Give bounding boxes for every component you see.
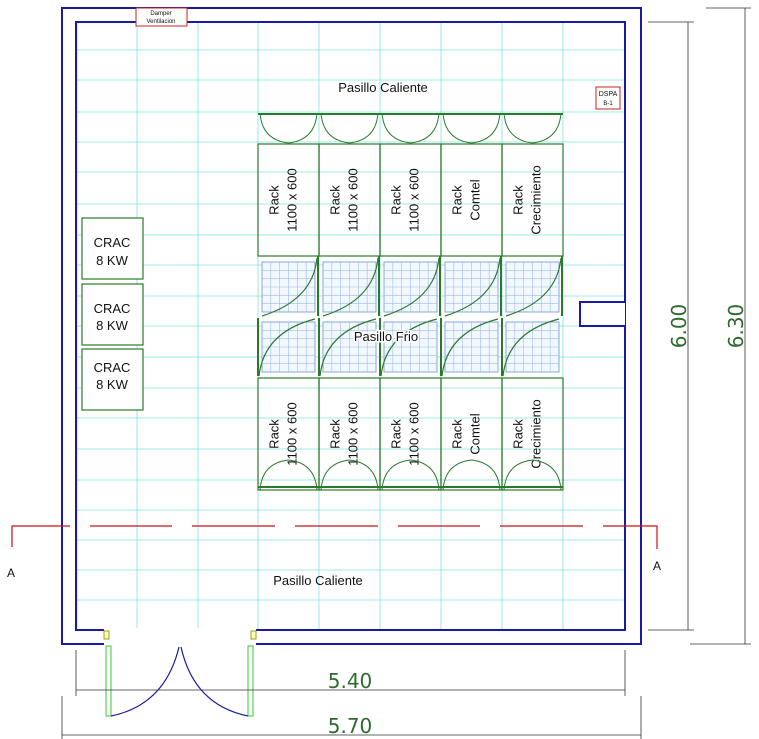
- cold-aisle-label: Pasillo Frio: [354, 329, 418, 344]
- rack-type-label: 1100 x 600: [285, 402, 300, 465]
- rack-label: Rack: [328, 419, 343, 449]
- dimension-outer-width: 5.70: [328, 714, 373, 738]
- crac-unit-label: CRAC: [94, 360, 131, 375]
- crac-units: CRAC 8 KW CRAC 8 KW CRAC 8 KW: [81, 217, 144, 411]
- rack-type-label: Comtel: [468, 413, 483, 454]
- damper-label-line1: Damper: [150, 11, 171, 17]
- damper-label-line2: Ventilacion: [146, 19, 175, 25]
- crac-unit-label: CRAC: [94, 301, 131, 316]
- door-jamb-right: [250, 630, 257, 640]
- perforated-tiles: [261, 261, 560, 373]
- door-leaf-left: [105, 645, 112, 717]
- section-marker-left: A: [7, 566, 15, 580]
- rack-type-label: 1100 x 600: [407, 402, 422, 465]
- door-jamb-left: [103, 630, 110, 640]
- dspa-label-line1: DSPA: [599, 91, 618, 98]
- dimension-outer-height: 6.30: [724, 304, 748, 349]
- crac-unit-capacity: 8 KW: [96, 253, 129, 268]
- rack-label: Rack: [267, 419, 282, 449]
- hot-aisle-bottom-label: Pasillo Caliente: [273, 573, 363, 588]
- rack-type-label: 1100 x 600: [346, 402, 361, 465]
- dspa-label-line2: B-1: [603, 101, 613, 107]
- rack-type-label: 1100 x 600: [407, 168, 422, 231]
- rack-label: Rack: [328, 185, 343, 215]
- door-swing-right: [180, 646, 249, 717]
- wall-notch: [579, 301, 625, 327]
- rack-type-label: 1100 x 600: [285, 168, 300, 231]
- section-marker-right: A: [653, 559, 661, 573]
- rack-door-bar: [319, 113, 380, 115]
- hot-aisle-top-label: Pasillo Caliente: [338, 80, 428, 95]
- crac-unit-label: CRAC: [94, 235, 131, 250]
- rack-door-swing: [259, 112, 318, 144]
- rack-door-swing: [381, 112, 440, 144]
- door-opening: [104, 628, 256, 646]
- rack-label: Rack: [389, 185, 404, 215]
- dimension-inner-height: 6.00: [667, 304, 691, 349]
- rack-label: Rack: [450, 185, 465, 215]
- rack-door-bar: [441, 113, 502, 115]
- rack-door-bar: [380, 113, 441, 115]
- section-line: [11, 525, 658, 549]
- rack-type-label: Crecimiento: [529, 399, 544, 468]
- rack-label: Rack: [450, 419, 465, 449]
- door-leaf-right: [247, 645, 254, 717]
- dimension-inner-width: 5.40: [328, 669, 373, 693]
- crac-unit-capacity: 8 KW: [96, 377, 129, 392]
- rack-door-swing: [442, 112, 501, 144]
- rack-door-bar: [258, 113, 319, 115]
- rack-type-label: Crecimiento: [529, 165, 544, 234]
- rack-row-bottom: Rack 1100 x 600 Rack 1100 x 600 Rack 1100 x 6…: [257, 377, 564, 491]
- rack-door-bar: [502, 113, 563, 115]
- rack-label: Rack: [511, 185, 526, 215]
- crac-unit-capacity: 8 KW: [96, 318, 129, 333]
- rack-door-swing: [503, 112, 562, 144]
- door-swing-left: [110, 646, 180, 717]
- rack-type-label: 1100 x 600: [346, 168, 361, 231]
- rack-type-label: Comtel: [468, 179, 483, 220]
- rack-rows: Rack 1100 x 600 Rack 1100 x 600 Rack 1100 x 6…: [257, 112, 564, 491]
- rack-label: Rack: [389, 419, 404, 449]
- rack-door-swing: [320, 112, 379, 144]
- floor-plan: Damper Ventilacion DSPA B-1 Pasillo Cali…: [7, 7, 751, 739]
- rack-label: Rack: [511, 419, 526, 449]
- rack-label: Rack: [267, 185, 282, 215]
- rack-row-top: Rack 1100 x 600 Rack 1100 x 600 Rack 1100 x 6…: [257, 113, 564, 257]
